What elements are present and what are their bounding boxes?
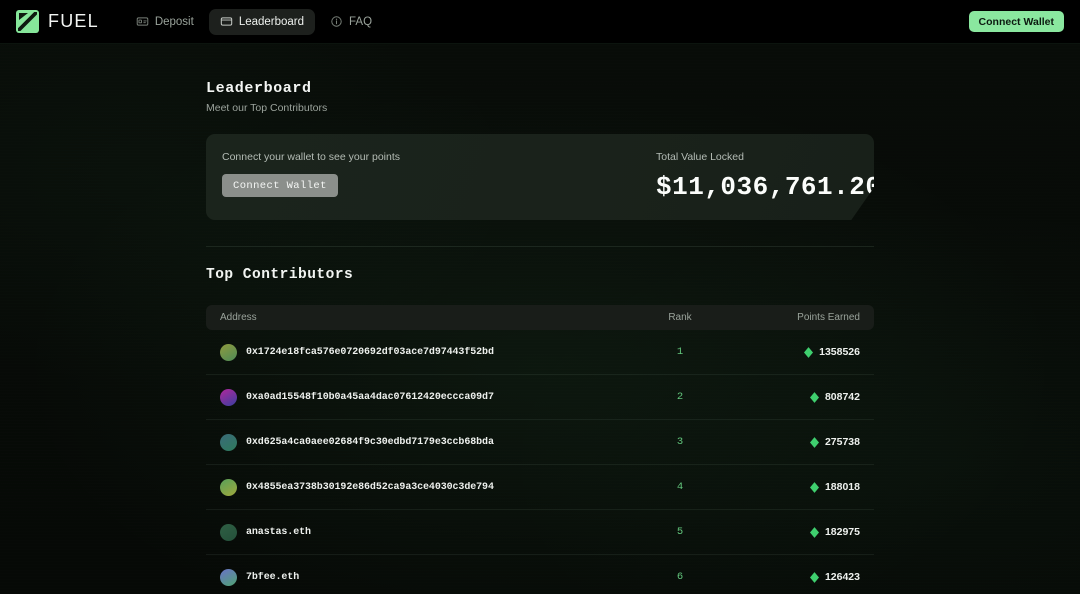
address-text: 0x4855ea3738b30192e86d52ca9a3ce4030c3de7… <box>246 482 494 493</box>
content-container: Leaderboard Meet our Top Contributors Co… <box>206 44 874 594</box>
nav-item-leaderboard-label: Leaderboard <box>239 16 304 28</box>
nav-item-deposit-label: Deposit <box>155 16 194 28</box>
points-cell: 1358526 <box>740 346 860 358</box>
fuel-logo-icon <box>16 10 39 33</box>
page-body: Leaderboard Meet our Top Contributors Co… <box>0 44 1080 594</box>
points-cell: 808742 <box>740 391 860 403</box>
brand-name: FUEL <box>48 11 99 32</box>
connect-prompt-text: Connect your wallet to see your points <box>222 151 646 163</box>
address-text: 0xa0ad15548f10b0a45aa4dac07612420eccca09… <box>246 392 494 403</box>
tvl-panel: Total Value Locked $11,036,761.20 <box>646 134 874 220</box>
address-text: 7bfee.eth <box>246 572 299 583</box>
address-cell: 7bfee.eth <box>220 569 620 586</box>
green-gem-icon <box>810 572 819 583</box>
info-circle-icon <box>330 15 343 28</box>
column-header-points: Points Earned <box>740 312 860 323</box>
points-value: 808742 <box>825 391 860 403</box>
wallet-connect-panel: Connect your wallet to see your points C… <box>206 134 646 220</box>
nav-item-deposit[interactable]: Deposit <box>125 9 205 35</box>
rank-value: 1 <box>620 346 740 358</box>
address-text: anastas.eth <box>246 527 311 538</box>
green-gem-icon <box>810 437 819 448</box>
table-row[interactable]: 0xd625a4ca0aee02684f9c30edbd7179e3ccb68b… <box>206 420 874 465</box>
avatar <box>220 524 237 541</box>
app-header: FUEL Deposit Leaderboard FAQ <box>0 0 1080 44</box>
points-value: 188018 <box>825 481 860 493</box>
points-cell: 275738 <box>740 436 860 448</box>
page-subtitle: Meet our Top Contributors <box>206 102 874 114</box>
column-header-address: Address <box>220 312 620 323</box>
page-title: Leaderboard <box>206 80 874 97</box>
table-body: 0x1724e18fca576e0720692df03ace7d97443f52… <box>206 330 874 594</box>
leaderboard-window-icon <box>220 15 233 28</box>
points-value: 275738 <box>825 436 860 448</box>
contributors-table: Address Rank Points Earned 0x1724e18fca5… <box>206 305 874 594</box>
rank-value: 4 <box>620 481 740 493</box>
table-row[interactable]: anastas.eth 5 182975 <box>206 510 874 555</box>
section-divider <box>206 246 874 247</box>
rank-value: 5 <box>620 526 740 538</box>
points-cell: 188018 <box>740 481 860 493</box>
address-cell: 0x4855ea3738b30192e86d52ca9a3ce4030c3de7… <box>220 479 620 496</box>
column-header-rank: Rank <box>620 312 740 323</box>
brand-logo[interactable]: FUEL <box>16 10 99 33</box>
avatar <box>220 389 237 406</box>
table-row[interactable]: 0xa0ad15548f10b0a45aa4dac07612420eccca09… <box>206 375 874 420</box>
nav-item-faq[interactable]: FAQ <box>319 9 383 35</box>
rank-value: 6 <box>620 571 740 583</box>
main-nav: Deposit Leaderboard FAQ <box>125 9 383 35</box>
points-cell: 182975 <box>740 526 860 538</box>
deposit-card-icon <box>136 15 149 28</box>
tvl-label: Total Value Locked <box>656 151 874 163</box>
address-cell: anastas.eth <box>220 524 620 541</box>
address-cell: 0x1724e18fca576e0720692df03ace7d97443f52… <box>220 344 620 361</box>
green-gem-icon <box>810 482 819 493</box>
address-text: 0xd625a4ca0aee02684f9c30edbd7179e3ccb68b… <box>246 437 494 448</box>
rank-value: 2 <box>620 391 740 403</box>
avatar <box>220 479 237 496</box>
green-gem-icon <box>810 392 819 403</box>
table-row[interactable]: 0x4855ea3738b30192e86d52ca9a3ce4030c3de7… <box>206 465 874 510</box>
points-value: 1358526 <box>819 346 860 358</box>
green-gem-icon <box>804 347 813 358</box>
nav-item-faq-label: FAQ <box>349 16 372 28</box>
tvl-value: $11,036,761.20 <box>656 172 874 202</box>
points-cell: 126423 <box>740 571 860 583</box>
address-cell: 0xd625a4ca0aee02684f9c30edbd7179e3ccb68b… <box>220 434 620 451</box>
green-gem-icon <box>810 527 819 538</box>
table-header-row: Address Rank Points Earned <box>206 305 874 330</box>
avatar <box>220 569 237 586</box>
connect-wallet-button-card[interactable]: Connect Wallet <box>222 174 338 197</box>
section-title-top-contributors: Top Contributors <box>206 267 874 283</box>
points-value: 182975 <box>825 526 860 538</box>
rank-value: 3 <box>620 436 740 448</box>
nav-item-leaderboard[interactable]: Leaderboard <box>209 9 315 35</box>
address-cell: 0xa0ad15548f10b0a45aa4dac07612420eccca09… <box>220 389 620 406</box>
avatar <box>220 344 237 361</box>
points-value: 126423 <box>825 571 860 583</box>
avatar <box>220 434 237 451</box>
connect-wallet-button-header[interactable]: Connect Wallet <box>969 11 1064 32</box>
address-text: 0x1724e18fca576e0720692df03ace7d97443f52… <box>246 347 494 358</box>
table-row[interactable]: 0x1724e18fca576e0720692df03ace7d97443f52… <box>206 330 874 375</box>
stats-card: Connect your wallet to see your points C… <box>206 134 874 220</box>
table-row[interactable]: 7bfee.eth 6 126423 <box>206 555 874 594</box>
